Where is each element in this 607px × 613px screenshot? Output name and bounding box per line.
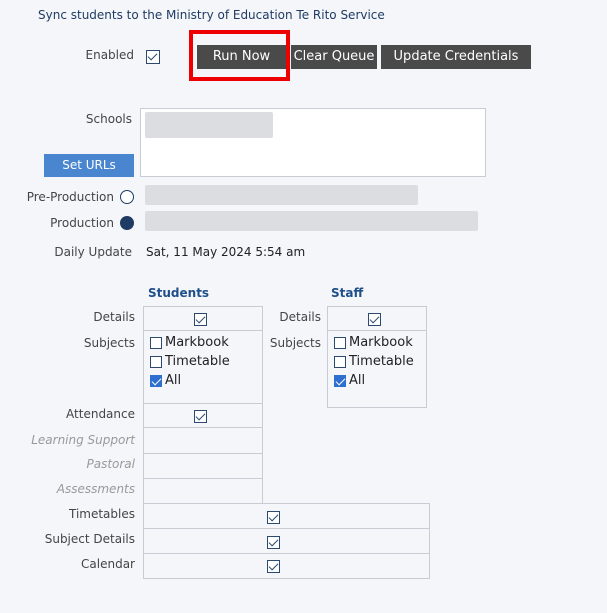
staff-timetable-checkbox[interactable] — [334, 356, 346, 368]
pastoral-cell — [143, 453, 263, 479]
students-header: Students — [148, 286, 210, 300]
pre-production-url-redacted — [145, 185, 418, 205]
set-urls-button[interactable]: Set URLs — [44, 154, 134, 177]
assessments-label: Assessments — [56, 482, 135, 496]
timetables-label: Timetables — [68, 507, 135, 521]
students-all-checkbox[interactable] — [150, 375, 162, 387]
schools-list[interactable] — [140, 108, 486, 177]
page-title: Sync students to the Ministry of Educati… — [38, 8, 385, 22]
staff-details-label: Details — [279, 310, 321, 324]
enabled-checkbox[interactable] — [146, 50, 160, 64]
subject-details-cell — [143, 528, 430, 554]
learning-support-cell — [143, 427, 263, 454]
staff-markbook-label: Markbook — [349, 335, 413, 350]
production-radio[interactable] — [120, 216, 134, 230]
schools-label: Schools — [85, 112, 132, 126]
subject-details-label: Subject Details — [44, 532, 135, 546]
students-subjects-label: Subjects — [83, 336, 135, 350]
attendance-label: Attendance — [66, 407, 135, 421]
students-subjects-cell: Markbook Timetable All — [143, 330, 263, 404]
pre-production-label: Pre-Production — [26, 190, 114, 204]
staff-details-checkbox[interactable] — [368, 313, 381, 326]
students-timetable-label: Timetable — [165, 354, 230, 369]
staff-timetable-label: Timetable — [349, 354, 414, 369]
students-markbook-label: Markbook — [165, 335, 229, 350]
run-now-highlight — [189, 30, 290, 81]
daily-update-label: Daily Update — [54, 245, 132, 259]
clear-queue-button[interactable]: Clear Queue — [291, 45, 377, 69]
production-label: Production — [50, 216, 114, 230]
assessments-cell — [143, 478, 263, 504]
staff-markbook-checkbox[interactable] — [334, 337, 346, 349]
school-entry-redacted — [145, 112, 273, 138]
students-details-label: Details — [93, 310, 135, 324]
staff-all-label: All — [349, 373, 366, 388]
students-timetable-checkbox[interactable] — [150, 356, 162, 368]
timetables-checkbox[interactable] — [267, 511, 280, 524]
students-details-checkbox[interactable] — [194, 313, 207, 326]
pre-production-radio[interactable] — [120, 190, 134, 204]
calendar-cell — [143, 553, 430, 579]
staff-subjects-cell: Markbook Timetable All — [327, 330, 427, 408]
students-all-label: All — [165, 373, 182, 388]
update-credentials-button[interactable]: Update Credentials — [381, 45, 531, 69]
attendance-cell — [143, 403, 263, 428]
staff-details-cell — [327, 306, 427, 331]
daily-update-value: Sat, 11 May 2024 5:54 am — [146, 245, 306, 259]
attendance-checkbox[interactable] — [194, 410, 207, 423]
pastoral-label: Pastoral — [86, 457, 135, 471]
learning-support-label: Learning Support — [31, 433, 135, 447]
students-markbook-checkbox[interactable] — [150, 337, 162, 349]
calendar-checkbox[interactable] — [267, 560, 280, 573]
calendar-label: Calendar — [81, 557, 135, 571]
students-details-cell — [143, 306, 263, 331]
enabled-label: Enabled — [85, 48, 135, 62]
staff-all-checkbox[interactable] — [334, 375, 346, 387]
production-url-redacted — [145, 211, 478, 231]
staff-header: Staff — [331, 286, 364, 300]
timetables-cell — [143, 503, 430, 529]
subject-details-checkbox[interactable] — [267, 536, 280, 549]
staff-subjects-label: Subjects — [269, 336, 321, 350]
